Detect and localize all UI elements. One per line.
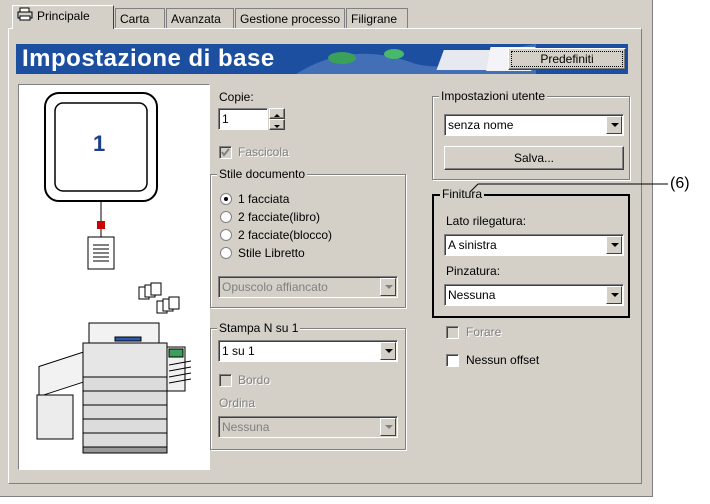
- border-label: Bordo: [238, 373, 271, 387]
- radio-2-facciate-blocco-label: 2 facciate(blocco): [238, 228, 333, 242]
- no-offset-label: Nessun offset: [466, 353, 540, 367]
- radio-1-facciata[interactable]: [220, 193, 232, 205]
- save-button[interactable]: Salva...: [444, 146, 624, 170]
- predefiniti-button[interactable]: Predefiniti: [508, 48, 626, 70]
- tab-principale-label: Principale: [37, 9, 90, 23]
- order-label: Ordina: [219, 396, 256, 410]
- radio-stile-libretto[interactable]: [220, 247, 232, 259]
- copies-input[interactable]: 1: [218, 108, 268, 130]
- banner-decoration: [296, 44, 536, 74]
- tab-filigrane-label: Filigrane: [351, 12, 398, 26]
- tab-avanzata[interactable]: Avanzata: [166, 8, 234, 28]
- booklet-select-value: Opuscolo affiancato: [222, 280, 328, 294]
- chevron-down-icon: [606, 286, 622, 304]
- printer-icon: [17, 7, 33, 27]
- preview-page-number: 1: [93, 131, 106, 156]
- order-select[interactable]: Nessuna: [218, 416, 398, 438]
- collate-checkbox[interactable]: [219, 146, 232, 159]
- tab-gestione-processo[interactable]: Gestione processo: [235, 8, 345, 28]
- document-style-legend: Stile documento: [217, 167, 308, 181]
- nup-legend: Stampa N su 1: [217, 321, 301, 335]
- tab-carta[interactable]: Carta: [115, 8, 165, 28]
- nup-select[interactable]: 1 su 1: [218, 340, 398, 362]
- banner-title: Impostazione di base: [22, 45, 275, 72]
- staple-label: Pinzatura:: [446, 264, 501, 278]
- user-settings-legend: Impostazioni utente: [439, 89, 548, 103]
- chevron-down-icon: [380, 418, 396, 436]
- arrow-down-icon: [274, 125, 280, 128]
- user-settings-select-value: senza nome: [448, 118, 514, 132]
- radio-1-facciata-label: 1 facciata: [238, 192, 290, 206]
- staple-select[interactable]: Nessuna: [444, 284, 624, 306]
- check-icon: [221, 148, 230, 157]
- radio-2-facciate-blocco[interactable]: [220, 229, 232, 241]
- user-settings-select[interactable]: senza nome: [444, 114, 624, 136]
- collate-label: Fascicola: [238, 145, 289, 159]
- order-select-value: Nessuna: [222, 420, 270, 434]
- callout-line: [470, 183, 668, 193]
- preview-area: 1: [18, 84, 210, 470]
- copies-label: Copie:: [219, 90, 254, 104]
- punch-checkbox[interactable]: [446, 326, 459, 339]
- chevron-down-icon: [606, 236, 622, 254]
- chevron-down-icon: [380, 342, 396, 360]
- tab-avanzata-label: Avanzata: [171, 12, 221, 26]
- copies-down-button[interactable]: [269, 119, 285, 130]
- chevron-down-icon: [380, 278, 396, 296]
- chevron-down-icon: [606, 116, 622, 134]
- no-offset-checkbox[interactable]: [446, 354, 459, 367]
- radio-2-facciate-libro[interactable]: [220, 211, 232, 223]
- tab-filigrane[interactable]: Filigrane: [346, 8, 408, 28]
- staple-select-value: Nessuna: [448, 288, 496, 302]
- punch-label: Forare: [466, 325, 502, 339]
- radio-stile-libretto-label: Stile Libretto: [238, 246, 305, 260]
- radio-2-facciate-libro-label: 2 facciate(libro): [238, 210, 321, 224]
- border-checkbox[interactable]: [219, 374, 232, 387]
- nup-select-value: 1 su 1: [222, 344, 255, 358]
- tab-principale[interactable]: Principale: [12, 5, 114, 29]
- booklet-select[interactable]: Opuscolo affiancato: [218, 276, 398, 298]
- binding-edge-select-value: A sinistra: [448, 238, 497, 252]
- binding-edge-label: Lato rilegatura:: [446, 214, 527, 228]
- printer-preview-illustration: [36, 92, 192, 454]
- copies-up-button[interactable]: [269, 108, 285, 119]
- callout-label: (6): [670, 175, 690, 192]
- tab-gestione-processo-label: Gestione processo: [240, 12, 341, 26]
- tab-carta-label: Carta: [120, 12, 150, 26]
- binding-edge-select[interactable]: A sinistra: [444, 234, 624, 256]
